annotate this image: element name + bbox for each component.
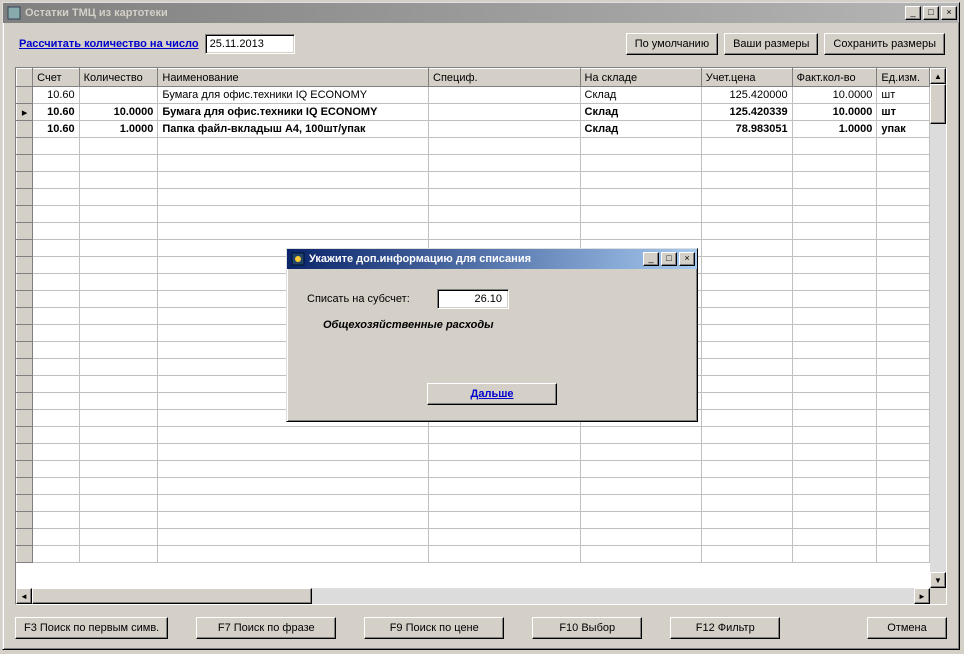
date-input[interactable]: 25.11.2013 xyxy=(205,34,295,54)
table-row[interactable] xyxy=(17,155,930,172)
subaccount-label: Списать на субсчет: xyxy=(307,293,437,305)
modal-titlebar: Укажите доп.информацию для списания _ □ … xyxy=(287,249,697,269)
table-row[interactable]: 10.60Бумага для офис.техники IQ ECONOMYС… xyxy=(17,87,930,104)
table-row[interactable] xyxy=(17,189,930,206)
cancel-button[interactable]: Отмена xyxy=(867,617,947,639)
scroll-down-icon[interactable]: ▼ xyxy=(930,572,946,588)
f9-price-button[interactable]: F9 Поиск по цене xyxy=(364,617,504,639)
table-row[interactable] xyxy=(17,461,930,478)
table-row[interactable]: ▸10.6010.0000Бумага для офис.техники IQ … xyxy=(17,104,930,121)
app-icon xyxy=(7,6,21,20)
table-row[interactable] xyxy=(17,529,930,546)
bottom-toolbar: F3 Поиск по первым симв. F7 Поиск по фра… xyxy=(15,617,947,639)
table-row[interactable] xyxy=(17,478,930,495)
close-button[interactable]: × xyxy=(941,6,957,20)
table-row[interactable] xyxy=(17,172,930,189)
col-account[interactable]: Счет xyxy=(33,69,79,87)
modal-client: Списать на субсчет: 26.10 Общехозяйствен… xyxy=(291,273,693,417)
modal-dialog: Укажите доп.информацию для списания _ □ … xyxy=(286,248,698,422)
maximize-button[interactable]: □ xyxy=(923,6,939,20)
col-unit[interactable]: Ед.изм. xyxy=(877,69,930,87)
f3-search-button[interactable]: F3 Поиск по первым симв. xyxy=(15,617,168,639)
scroll-corner xyxy=(930,588,946,604)
header-row: Счет Количество Наименование Специф. На … xyxy=(17,69,930,87)
modal-close-button[interactable]: × xyxy=(679,252,695,266)
table-row[interactable]: 10.601.0000Папка файл-вкладыш А4, 100шт/… xyxy=(17,121,930,138)
f12-filter-button[interactable]: F12 Фильтр xyxy=(670,617,780,639)
col-warehouse[interactable]: На складе xyxy=(580,69,701,87)
vertical-scrollbar[interactable]: ▲ ▼ xyxy=(930,68,946,588)
defaults-button[interactable]: По умолчанию xyxy=(626,33,718,55)
col-fact-qty[interactable]: Факт.кол-во xyxy=(792,69,877,87)
modal-input-row: Списать на субсчет: 26.10 xyxy=(291,273,693,313)
scroll-thumb-v[interactable] xyxy=(930,84,946,124)
scroll-thumb-h[interactable] xyxy=(32,588,312,604)
table-row[interactable] xyxy=(17,444,930,461)
col-spec[interactable]: Специф. xyxy=(429,69,580,87)
minimize-button[interactable]: _ xyxy=(905,6,921,20)
toolbar: Рассчитать количество на число 25.11.201… xyxy=(7,27,955,59)
horizontal-scrollbar[interactable]: ◄ ► xyxy=(16,588,930,604)
main-titlebar: Остатки ТМЦ из картотеки _ □ × xyxy=(3,3,959,23)
your-sizes-button[interactable]: Ваши размеры xyxy=(724,33,818,55)
calc-link[interactable]: Рассчитать количество на число xyxy=(19,38,199,50)
table-row[interactable] xyxy=(17,138,930,155)
f10-select-button[interactable]: F10 Выбор xyxy=(532,617,642,639)
scroll-right-icon[interactable]: ► xyxy=(914,588,930,604)
table-row[interactable] xyxy=(17,206,930,223)
f7-phrase-button[interactable]: F7 Поиск по фразе xyxy=(196,617,336,639)
subaccount-description: Общехозяйственные расходы xyxy=(291,313,693,331)
table-row[interactable] xyxy=(17,427,930,444)
col-acc-price[interactable]: Учет.цена xyxy=(701,69,792,87)
modal-title: Укажите доп.информацию для списания xyxy=(309,253,641,265)
modal-icon xyxy=(291,252,305,266)
scroll-left-icon[interactable]: ◄ xyxy=(16,588,32,604)
col-qty[interactable]: Количество xyxy=(79,69,158,87)
table-row[interactable] xyxy=(17,512,930,529)
next-button[interactable]: Дальше xyxy=(427,383,557,405)
modal-minimize-button[interactable]: _ xyxy=(643,252,659,266)
col-marker[interactable] xyxy=(17,69,33,87)
scroll-up-icon[interactable]: ▲ xyxy=(930,68,946,84)
table-row[interactable] xyxy=(17,495,930,512)
main-title: Остатки ТМЦ из картотеки xyxy=(25,7,903,19)
table-row[interactable] xyxy=(17,546,930,563)
modal-maximize-button[interactable]: □ xyxy=(661,252,677,266)
table-row[interactable] xyxy=(17,223,930,240)
col-name[interactable]: Наименование xyxy=(158,69,429,87)
subaccount-input[interactable]: 26.10 xyxy=(437,289,509,309)
save-sizes-button[interactable]: Сохранить размеры xyxy=(824,33,945,55)
